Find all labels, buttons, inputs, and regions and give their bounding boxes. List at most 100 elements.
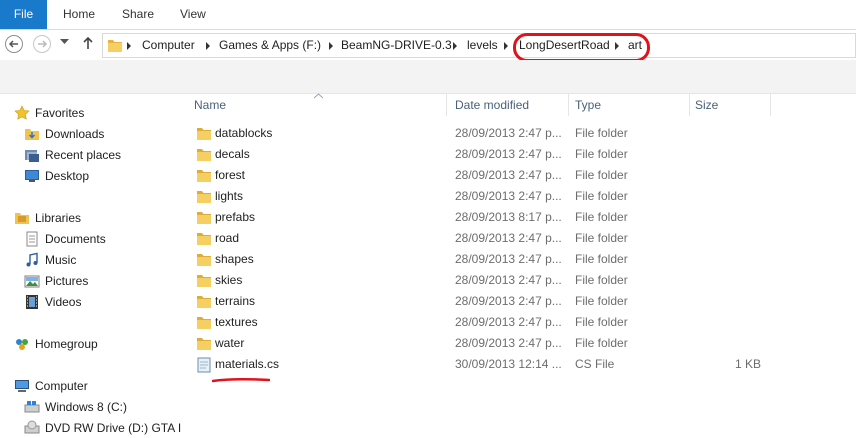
file-size xyxy=(689,312,761,333)
folder-icon xyxy=(197,170,211,182)
column-divider[interactable] xyxy=(770,94,771,116)
column-header-type[interactable]: Type xyxy=(575,94,601,116)
file-name: skies xyxy=(215,273,243,287)
file-size xyxy=(689,291,761,312)
file-row[interactable]: decals 28/09/2013 2:47 p... File folder xyxy=(184,144,856,165)
file-date-modified: 28/09/2013 2:47 p... xyxy=(455,231,562,245)
nav-desktop-label: Desktop xyxy=(45,169,90,183)
folder-icon xyxy=(197,149,211,161)
music-note-icon xyxy=(26,252,38,267)
film-strip-icon xyxy=(26,295,38,309)
file-name: shapes xyxy=(215,252,254,266)
nav-music-label: Music xyxy=(45,253,77,267)
file-type: CS File xyxy=(575,357,615,371)
file-size xyxy=(689,207,761,228)
folder-icon xyxy=(197,317,211,329)
navigation-pane: Favorites Downloads Recent places Deskto… xyxy=(0,94,183,435)
up-arrow-icon[interactable] xyxy=(82,36,94,50)
file-size xyxy=(689,144,761,165)
chevron-right-icon xyxy=(329,42,333,50)
arrow-right-icon xyxy=(38,40,48,48)
tab-file[interactable]: File xyxy=(0,0,47,29)
nav-documents-label: Documents xyxy=(45,232,106,246)
breadcrumb-computer[interactable]: Computer xyxy=(142,34,195,57)
file-name: lights xyxy=(215,189,244,203)
file-row[interactable]: datablocks 28/09/2013 2:47 p... File folde… xyxy=(184,123,856,144)
column-divider[interactable] xyxy=(446,94,447,116)
breadcrumb-levels[interactable]: levels xyxy=(467,34,498,57)
column-header-name[interactable]: Name xyxy=(194,94,226,116)
chevron-right-icon xyxy=(504,42,508,50)
nav-pictures-label: Pictures xyxy=(45,274,89,288)
file-size xyxy=(689,228,761,249)
column-header-date[interactable]: Date modified xyxy=(455,94,529,116)
file-list: Name Date modified Type Size datablocks 2… xyxy=(184,93,856,429)
address-bar[interactable]: Computer Games & Apps (F:) BeamNG-DRIVE-… xyxy=(102,33,856,58)
navigation-bar: Computer Games & Apps (F:) BeamNG-DRIVE-… xyxy=(0,30,856,60)
file-row[interactable]: water 28/09/2013 2:47 p... File folder xyxy=(184,333,856,354)
file-size xyxy=(689,249,761,270)
file-name: terrains xyxy=(215,294,256,308)
file-row[interactable]: textures 28/09/2013 2:47 p... File folder xyxy=(184,312,856,333)
red-annotation-circle xyxy=(513,33,650,62)
file-name: datablocks xyxy=(215,126,273,140)
file-row[interactable]: prefabs 28/09/2013 8:17 p... File folder xyxy=(184,207,856,228)
cs-file-icon xyxy=(197,357,211,373)
file-date-modified: 30/09/2013 12:14 ... xyxy=(455,357,562,371)
file-date-modified: 28/09/2013 2:47 p... xyxy=(455,189,562,203)
recent-locations-chevron-icon[interactable] xyxy=(60,39,69,45)
folder-icon xyxy=(108,40,122,52)
file-size xyxy=(689,270,761,291)
file-date-modified: 28/09/2013 2:47 p... xyxy=(455,252,562,266)
recent-places-icon xyxy=(25,150,39,162)
breadcrumb-drive[interactable]: Games & Apps (F:) xyxy=(219,34,321,57)
file-row[interactable]: skies 28/09/2013 2:47 p... File folder xyxy=(184,270,856,291)
file-row[interactable]: lights 28/09/2013 2:47 p... File folder xyxy=(184,186,856,207)
column-divider[interactable] xyxy=(689,94,690,116)
file-row[interactable]: forest 28/09/2013 2:47 p... File folder xyxy=(184,165,856,186)
file-name: forest xyxy=(215,168,246,182)
file-name: materials.cs xyxy=(215,357,280,371)
file-date-modified: 28/09/2013 2:47 p... xyxy=(455,273,562,287)
red-annotation-underline xyxy=(212,377,270,383)
file-size xyxy=(689,333,761,354)
file-type: File folder xyxy=(575,294,628,308)
forward-button[interactable] xyxy=(33,35,51,53)
nav-drive-d-label: DVD RW Drive (D:) GTA I xyxy=(45,421,182,435)
file-name: textures xyxy=(215,315,258,329)
tab-share[interactable]: Share xyxy=(122,0,154,29)
folder-icon xyxy=(197,296,211,308)
file-name: road xyxy=(215,231,240,245)
breadcrumb-beamng[interactable]: BeamNG-DRIVE-0.3 xyxy=(341,34,452,57)
file-name: decals xyxy=(215,147,250,161)
file-size: 1 KB xyxy=(734,357,761,371)
folder-icon xyxy=(197,191,211,203)
file-row[interactable]: terrains 28/09/2013 2:47 p... File folder xyxy=(184,291,856,312)
star-icon xyxy=(14,105,30,120)
tab-home[interactable]: Home xyxy=(63,0,95,29)
nav-homegroup-label: Homegroup xyxy=(35,337,98,351)
nav-favorites-label: Favorites xyxy=(35,106,85,120)
downloads-folder-icon xyxy=(25,129,39,140)
file-size xyxy=(689,165,761,186)
file-type: File folder xyxy=(575,210,628,224)
file-row[interactable]: materials.cs 30/09/2013 12:14 ... CS File 1… xyxy=(184,354,856,375)
chevron-right-icon xyxy=(206,42,210,50)
back-button[interactable] xyxy=(5,35,23,53)
file-type: File folder xyxy=(575,252,628,266)
ribbon-tabs: File Home Share View xyxy=(0,0,856,30)
arrow-left-icon xyxy=(8,40,18,48)
file-row[interactable]: shapes 28/09/2013 2:47 p... File folder xyxy=(184,249,856,270)
file-size xyxy=(689,186,761,207)
nav-videos-label: Videos xyxy=(45,295,82,309)
file-row[interactable]: road 28/09/2013 2:47 p... File folder xyxy=(184,228,856,249)
documents-icon xyxy=(26,231,38,247)
computer-icon xyxy=(15,380,29,392)
homegroup-icon xyxy=(16,339,28,350)
file-name: water xyxy=(215,336,245,350)
column-divider[interactable] xyxy=(568,94,569,116)
column-header-size[interactable]: Size xyxy=(695,94,718,116)
tab-view[interactable]: View xyxy=(180,0,206,29)
file-date-modified: 28/09/2013 2:47 p... xyxy=(455,126,562,140)
file-date-modified: 28/09/2013 2:47 p... xyxy=(455,147,562,161)
